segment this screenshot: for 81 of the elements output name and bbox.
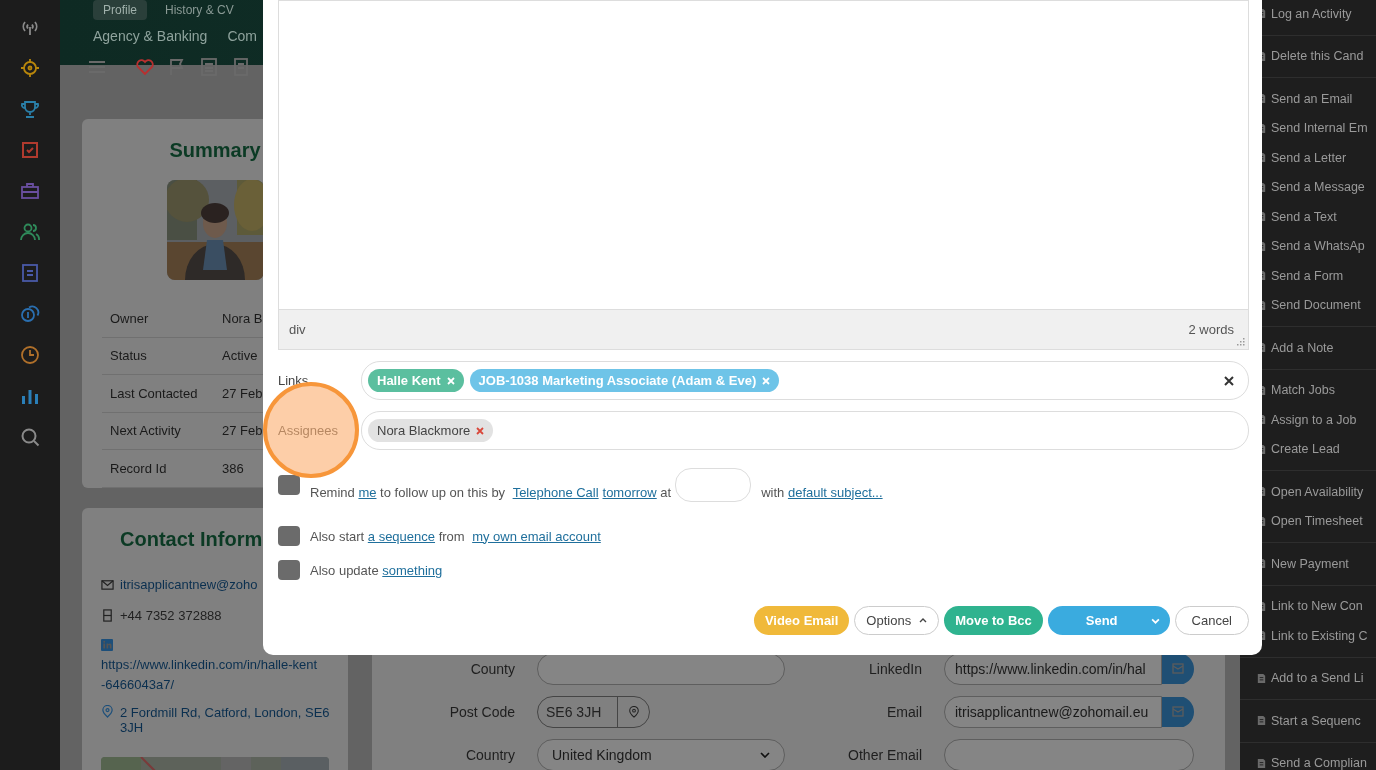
dropdown-button[interactable] [1141,606,1170,635]
tab[interactable]: Profile [93,0,147,20]
option-link[interactable]: tomorrow [602,484,657,500]
time-field[interactable] [675,468,752,502]
linkedin-icon[interactable] [101,638,113,651]
field-label: Email [886,703,922,720]
field-value: 27 Feb [222,423,263,439]
card-title: Summary [169,139,261,162]
location-pin-icon[interactable] [628,705,640,718]
input-field[interactable]: itrisapplicantnew@zohomail.eu [944,695,1162,728]
word-count: 2 words [1188,322,1234,337]
option-link[interactable]: Telephone Call [512,484,599,500]
field-label: Assignees [278,423,339,438]
checkbox[interactable] [278,560,300,580]
option-text: Also update something [310,562,443,578]
tab[interactable]: History & CV [155,0,244,20]
people-icon[interactable] [20,222,40,242]
caret-icon [919,618,928,623]
tag-chip[interactable]: Nora Blackmore [368,419,494,442]
menu-item[interactable]: Start a Sequenc [1240,706,1376,736]
option-text: with default subject... [761,484,883,500]
field-label: Next Activity [110,423,182,439]
field-label: Status [110,348,148,364]
document-icon[interactable] [20,263,40,283]
field-label: Last Contacted [110,385,199,401]
address-link[interactable]: 2 Fordmill Rd, Catford, London, SE6 3JH [120,704,330,735]
document-icon [1256,672,1267,684]
envelope-icon [101,577,114,591]
option-link[interactable]: default subject... [787,484,883,500]
field-value: Nora B [222,310,263,326]
checkbox[interactable] [278,475,300,495]
option-link[interactable]: my own email account [472,528,601,544]
option-link[interactable]: a sequence [367,528,436,544]
tab[interactable]: Com [227,28,257,44]
menu-item[interactable]: Send a Complian [1240,748,1376,770]
tab[interactable]: Agency & Banking [93,28,208,44]
country-select[interactable]: United Kingdom [537,738,785,770]
field-label: Other Email [847,746,922,763]
resize-grip-icon[interactable] [1237,338,1245,346]
checkbox[interactable] [278,526,300,546]
chevron-icon [760,751,770,758]
field-value: 27 Feb [222,385,263,401]
element-path: div [289,322,306,337]
phone-icon [101,608,114,622]
field-label: County [469,660,515,677]
checkbox-icon[interactable] [20,140,40,160]
document-icon[interactable] [199,57,219,77]
assignees-field[interactable]: Nora Blackmore [361,411,1249,450]
clock-icon[interactable] [20,345,40,365]
close-icon[interactable] [1224,375,1234,386]
email-link[interactable]: itrisapplicantnew@zoho [120,576,258,592]
phone-number: +44 7352 372888 [120,607,222,623]
field-label: Record Id [110,460,168,476]
chevron-icon [1151,617,1161,624]
field-value: 386 [222,460,244,476]
crosshair-icon[interactable] [20,58,40,78]
document-icon[interactable] [231,57,251,77]
location-pin-icon [101,704,114,718]
options-button[interactable]: Options [854,606,940,635]
coins-icon[interactable] [20,304,40,324]
remove-icon[interactable] [476,426,485,435]
search-icon[interactable] [20,427,40,447]
option-text: Remind me to follow up on this by Telephone Call tomorrow at [310,484,672,500]
heart-icon[interactable] [135,57,155,77]
trophy-icon[interactable] [20,99,40,119]
linkedin-link[interactable]: https://www.linkedin.com/in/halle-kent-6466043a7/ [101,654,321,695]
document-icon [1256,715,1267,727]
cancel-button[interactable]: Cancel [1174,606,1249,635]
option-link[interactable]: something [382,562,443,578]
envelope-icon[interactable] [1162,652,1194,685]
field-label: Country [464,746,515,763]
card-title: Contact Inform [120,527,263,551]
option-link[interactable]: me [358,484,377,500]
field-label: LinkedIn [868,660,922,677]
field-label: Owner [110,310,150,326]
field-label: Post Code [448,703,515,720]
menu-item[interactable]: Add to a Send Li [1240,663,1376,693]
input-field[interactable] [944,738,1194,770]
briefcase-icon[interactable] [20,181,40,201]
field-value: Active [222,348,258,364]
option-text: Also start a sequence from my own email account [310,528,601,544]
